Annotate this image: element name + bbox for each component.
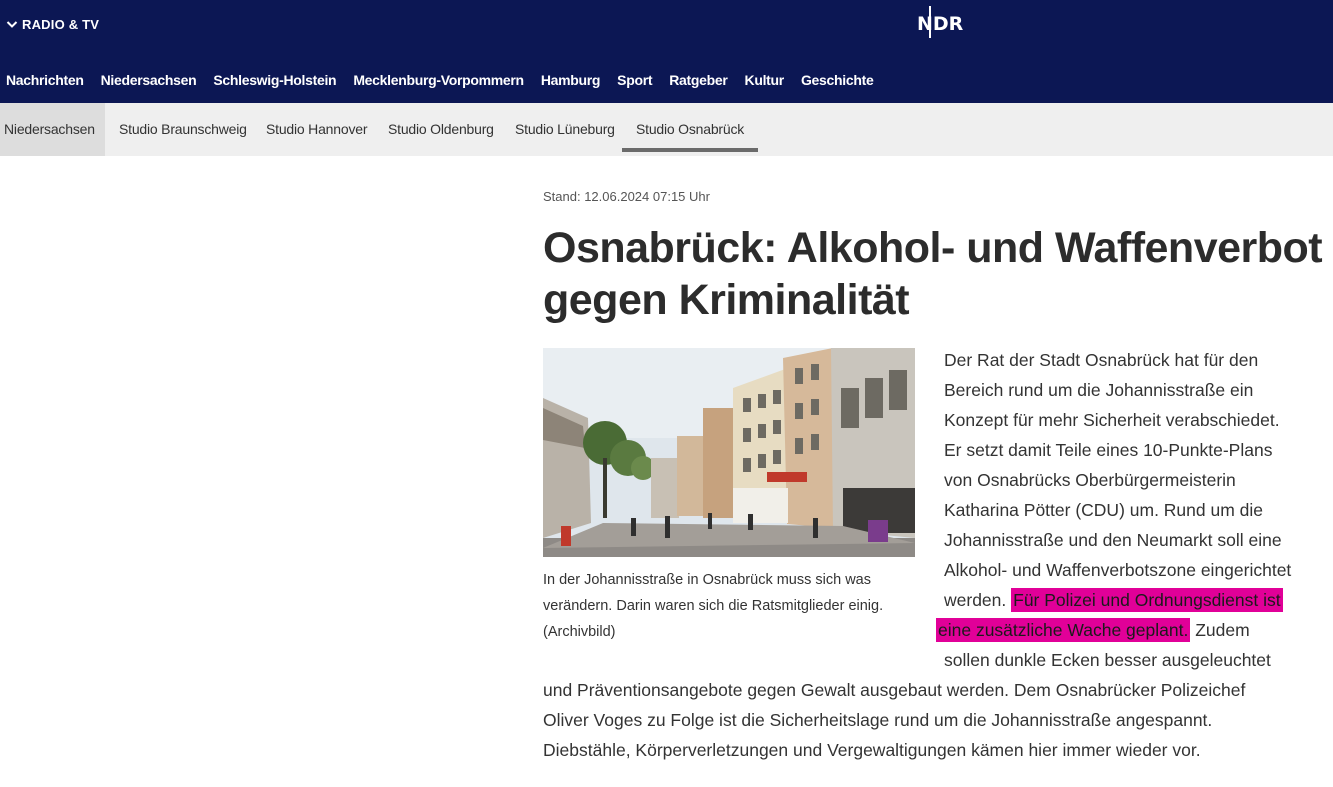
body-line-7: Johannisstraße und den Neumarkt soll ein… [944, 530, 1282, 550]
site-header: RADIO & TV NDR Nachrichten Niedersachsen… [0, 0, 1333, 103]
body-line-11: sollen dunkle Ecken besser ausgeleuchtet [944, 650, 1271, 670]
nav-ratgeber[interactable]: Ratgeber [669, 72, 728, 88]
body-line-14: Diebstähle, Körperverletzungen und Verge… [543, 740, 1201, 760]
highlighted-text-2: eine zusätzliche Wache geplant. [936, 618, 1191, 642]
nav-geschichte[interactable]: Geschichte [801, 72, 874, 88]
subnav-studio-lueneburg[interactable]: Studio Lüneburg [515, 103, 615, 156]
nav-mecklenburg-vorpommern[interactable]: Mecklenburg-Vorpommern [353, 72, 524, 88]
body-line-9: werden. Für Polizei und Ordnungsdienst i… [944, 588, 1283, 612]
radio-tv-menu[interactable]: RADIO & TV [6, 17, 99, 32]
chevron-down-icon [6, 21, 18, 28]
main-navigation: Nachrichten Niedersachsen Schleswig-Hols… [0, 72, 884, 88]
body-line-13: Oliver Voges zu Folge ist die Sicherheit… [543, 710, 1213, 730]
body-line-5: von Osnabrücks Oberbürgermeisterin [944, 470, 1236, 490]
headline-line-1: Osnabrück: Alkohol- und Waffenverbot [543, 224, 1323, 272]
nav-hamburg[interactable]: Hamburg [541, 72, 601, 88]
body-line-3: Konzept für mehr Sicherheit verabschiede… [944, 410, 1280, 430]
article-photo[interactable] [543, 348, 915, 557]
body-line-12: und Präventionsangebote gegen Gewalt aus… [543, 680, 1246, 700]
subnav-studio-hannover[interactable]: Studio Hannover [266, 103, 367, 156]
body-line-9-text: werden. [944, 590, 1012, 610]
subnav-studio-oldenburg[interactable]: Studio Oldenburg [388, 103, 494, 156]
body-line-10-text: Zudem [1190, 620, 1250, 640]
body-line-4: Er setzt damit Teile eines 10-Punkte-Pla… [944, 440, 1273, 460]
body-line-1: Der Rat der Stadt Osnabrück hat für den [944, 350, 1259, 370]
nav-nachrichten[interactable]: Nachrichten [6, 72, 84, 88]
body-line-6: Katharina Pötter (CDU) um. Rund um die [944, 500, 1264, 520]
body-line-8: Alkohol- und Waffenverbotszone eingerich… [944, 560, 1292, 580]
body-line-2: Bereich rund um die Johannisstraße ein [944, 380, 1254, 400]
highlighted-text-1: Für Polizei und Ordnungsdienst ist [1011, 588, 1283, 612]
subnav-studio-braunschweig[interactable]: Studio Braunschweig [119, 103, 247, 156]
subnav-studio-osnabrueck[interactable]: Studio Osnabrück [621, 103, 759, 156]
article-headline: Osnabrück: Alkohol- und Waffenverbot geg… [543, 222, 1323, 326]
headline-line-2: gegen Kriminalität [543, 276, 910, 324]
ndr-logo[interactable]: NDR [917, 6, 963, 40]
radio-tv-label: RADIO & TV [22, 17, 100, 32]
article-timestamp: Stand: 12.06.2024 07:15 Uhr [543, 189, 710, 204]
logo-text: NDR [917, 13, 964, 35]
nav-niedersachsen[interactable]: Niedersachsen [101, 72, 197, 88]
body-line-10: eine zusätzliche Wache geplant. Zudem [936, 618, 1250, 642]
nav-schleswig-holstein[interactable]: Schleswig-Holstein [213, 72, 336, 88]
nav-kultur[interactable]: Kultur [745, 72, 785, 88]
subnav-niedersachsen[interactable]: Niedersachsen [0, 103, 105, 156]
street-scene-image [543, 348, 915, 557]
photo-caption: In der Johannisstraße in Osnabrück muss … [543, 572, 884, 640]
nav-sport[interactable]: Sport [617, 72, 652, 88]
sub-navigation: Niedersachsen Studio Braunschweig Studio… [0, 103, 1333, 156]
